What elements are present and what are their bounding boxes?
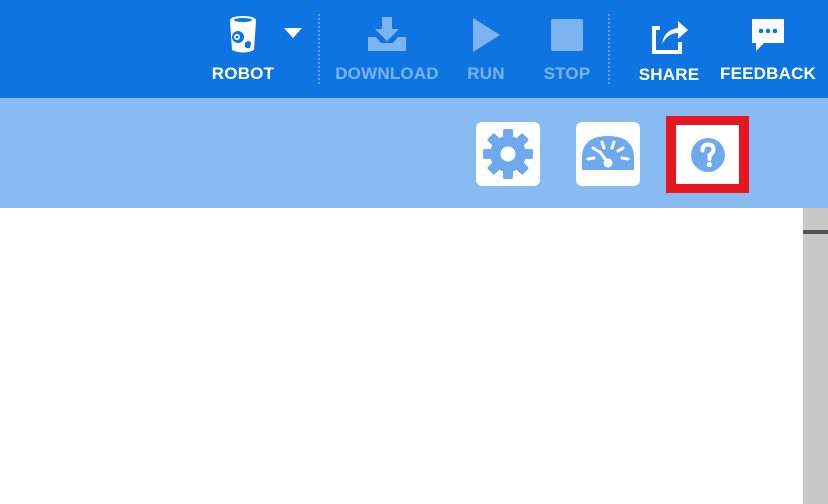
feedback-label: FEEDBACK [719, 64, 817, 83]
stop-button[interactable]: STOP [541, 0, 593, 98]
play-icon [471, 12, 501, 58]
separator [608, 14, 610, 84]
workspace-canvas[interactable] [0, 208, 803, 504]
run-label: RUN [467, 64, 505, 83]
download-button[interactable]: DOWNLOAD [332, 0, 442, 98]
share-icon [648, 13, 690, 59]
caret-down-icon[interactable] [283, 26, 303, 44]
chat-bubble-icon [750, 12, 786, 58]
settings-button[interactable] [476, 122, 540, 186]
share-button[interactable]: SHARE [637, 0, 701, 98]
speedometer-icon [582, 136, 634, 170]
run-button[interactable]: RUN [462, 0, 510, 98]
separator [318, 14, 320, 84]
robot-button[interactable]: ROBOT [205, 0, 281, 98]
dashboard-button[interactable] [576, 122, 640, 186]
stop-icon [550, 12, 584, 58]
gear-icon [483, 129, 533, 179]
vertical-scrollbar[interactable] [803, 208, 828, 504]
stop-label: STOP [543, 64, 591, 83]
help-button-highlight [666, 116, 749, 193]
robot-label: ROBOT [211, 64, 275, 83]
help-button[interactable] [676, 125, 739, 184]
robot-icon [227, 12, 259, 58]
feedback-button[interactable]: FEEDBACK [720, 0, 816, 98]
download-label: DOWNLOAD [335, 64, 439, 83]
scrollbar-thumb[interactable] [803, 230, 828, 234]
share-label: SHARE [638, 65, 700, 84]
top-toolbar: ROBOT DOWNLOAD RUN STOP SHARE FEEDBACK [0, 0, 828, 98]
question-mark-icon [690, 137, 725, 172]
download-icon [366, 12, 408, 58]
